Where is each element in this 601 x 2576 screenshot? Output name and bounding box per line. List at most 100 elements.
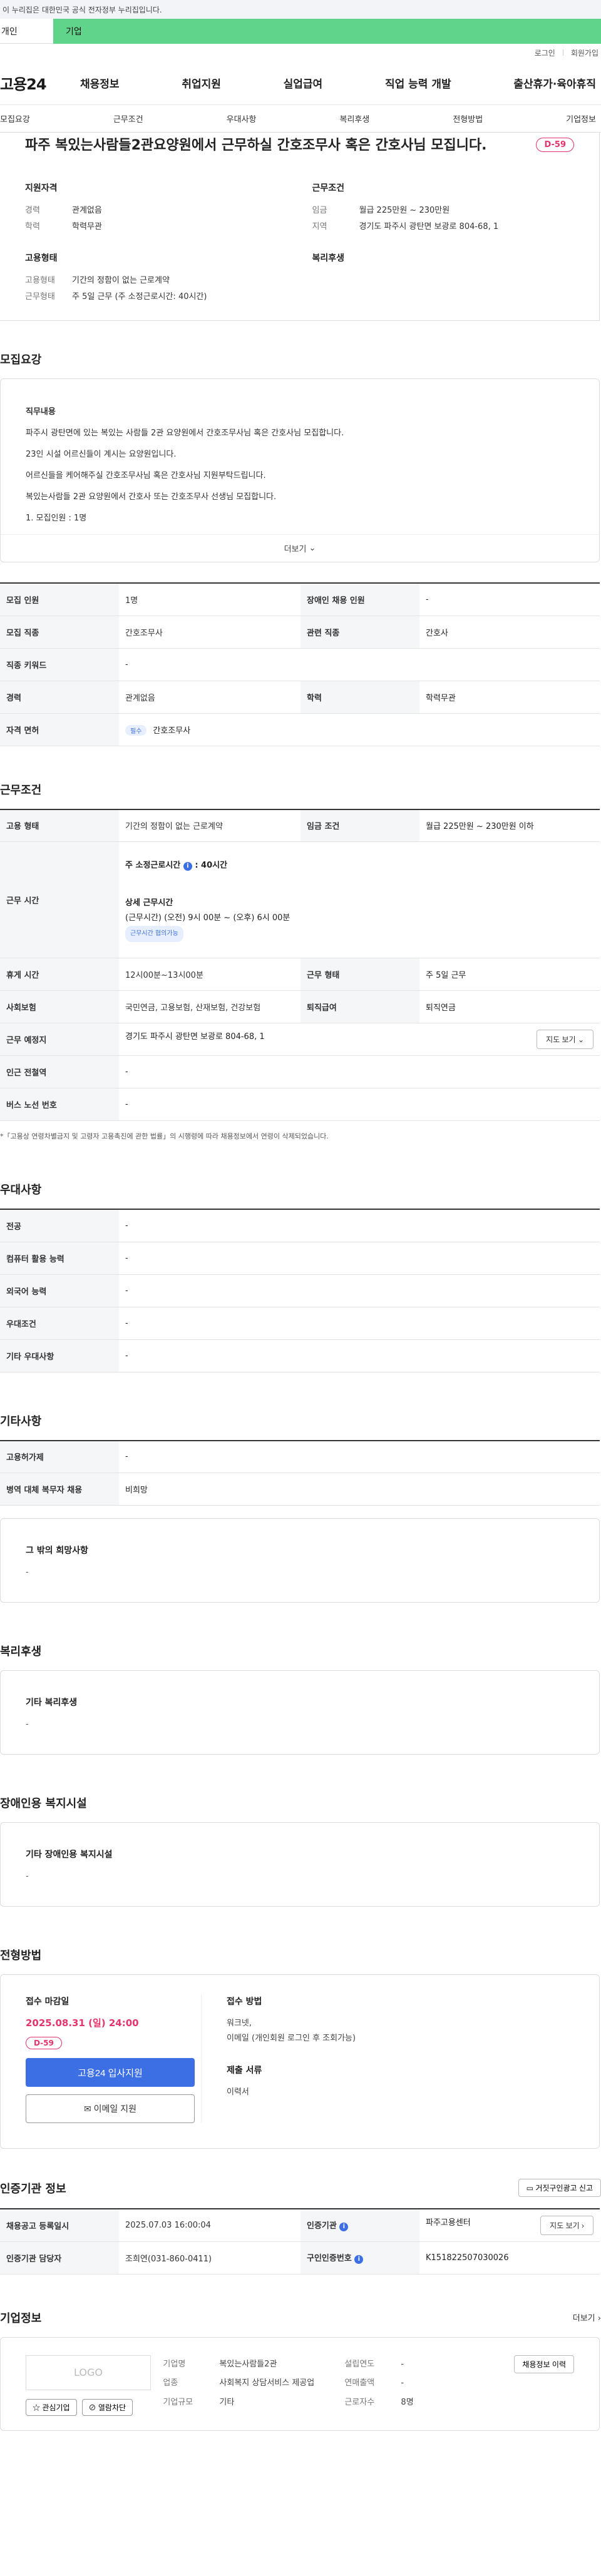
company-key: 연매출액 [344, 2378, 375, 2388]
deadline-title: 접수 마감일 [26, 1997, 69, 2007]
subnav-recruit[interactable]: 모집요강 [0, 113, 30, 124]
table-header: 인근 전철역 [0, 1055, 119, 1088]
subnav-welfare[interactable]: 복리후생 [339, 113, 369, 124]
table-cell: 경기도 파주시 광탄면 보광로 804-68, 1 지도 보기 ⌄ [119, 1023, 600, 1056]
chevron-down-icon: ⌄ [577, 1035, 584, 1044]
subnav-work[interactable]: 근무조건 [113, 113, 143, 124]
etc-box-value: - [26, 1568, 29, 1577]
kv-value: 주 5일 근무 (주 소정근로시간: 40시간) [72, 292, 207, 302]
gnb-employment-support[interactable]: 취업지원 [182, 75, 221, 91]
job-summary-card: 파주 복있는사람들2관요양원에서 근무하실 간호조무사 혹은 간호사님 모집니다… [0, 133, 600, 321]
table-row: 고용 형태 기간의 정함이 없는 근로계약 임금 조건 월급 225만원 ~ 230만… [0, 809, 600, 842]
login-link[interactable]: 로그인 [535, 48, 555, 58]
deadline-value: 2025.08.31 (일) 24:00 [26, 2017, 139, 2029]
map-view-label: 지도 보기 [550, 2221, 580, 2230]
welfare-title: 복리후생 [312, 253, 345, 263]
tab-company[interactable]: 기업 [53, 19, 601, 44]
table-row: 인근 전철역 - [0, 1055, 600, 1088]
gnb-jobs[interactable]: 채용정보 [80, 75, 120, 91]
table-header: 모집 인원 [0, 583, 119, 616]
docs-title: 제출 서류 [227, 2066, 262, 2076]
signup-link[interactable]: 회원가입 [571, 48, 598, 58]
apply-button[interactable]: 고용24 입사지원 [26, 2058, 195, 2087]
table-header: 자격 면허 [0, 713, 119, 746]
table-cell: - [419, 583, 600, 616]
global-nav: 고용24 채용정보 취업지원 실업급여 직업 능력 개발 출산휴가·육아휴직 [0, 61, 601, 105]
map-view-button[interactable]: 지도 보기 ⌄ [537, 1030, 593, 1049]
subnav-pref[interactable]: 우대사항 [227, 113, 257, 124]
table-cell: 1명 [119, 583, 300, 616]
method-value: 워크넷, [227, 2019, 252, 2028]
recruit-line: 파주시 광탄면에 있는 복있는 사람들 2관 요양원에서 간호조무사님 혹은 간… [26, 428, 344, 438]
map-view-label: 지도 보기 [546, 1035, 576, 1044]
etc-box: 그 밖의 희망사항 - [0, 1518, 600, 1603]
table-header: 인증기관 i [300, 2209, 419, 2242]
kv-key: 학력 [25, 222, 40, 231]
gnb-training[interactable]: 직업 능력 개발 [385, 75, 451, 91]
company-value: 기타 [219, 2397, 235, 2407]
site-logo[interactable]: 고용24 [0, 72, 75, 94]
subnav-company[interactable]: 기업정보 [566, 113, 596, 124]
email-apply-button[interactable]: ✉ 이메일 지원 [26, 2094, 195, 2123]
table-header: 컴퓨터 활용 능력 [0, 1242, 119, 1275]
favorite-label: 관심기업 [42, 2403, 70, 2412]
table-header: 직종 키워드 [0, 648, 119, 681]
dday-badge: D-59 [536, 138, 574, 152]
section-title-work: 근무조건 [0, 783, 42, 797]
map-view-button[interactable]: 지도 보기 › [540, 2215, 593, 2235]
section-title-pref: 우대사항 [0, 1184, 42, 1197]
more-button[interactable]: 더보기 ⌄ [1, 534, 599, 562]
table-header: 근무 형태 [300, 958, 419, 991]
table-header: 고용 형태 [0, 809, 119, 842]
report-fake-ad-button[interactable]: ▭ 거짓구인광고 신고 [518, 2179, 601, 2197]
info-icon[interactable]: i [354, 2255, 364, 2264]
section-title-company: 기업정보 [0, 2311, 42, 2325]
weekly-hours-label: 주 소정근로시간 [125, 860, 181, 870]
recruit-line: 복있는사람들 2관 요양원에서 간호사 또는 간호조무사 선생님 모집합니다. [26, 492, 277, 502]
flex-chip: 근무시간 협의가능 [125, 925, 183, 942]
table-header: 관련 직종 [300, 616, 419, 649]
more-label: 더보기 [284, 545, 307, 554]
company-key: 근로자수 [344, 2397, 375, 2407]
kv-value: 경기도 파주시 광탄면 보광로 804-68, 1 [359, 222, 499, 231]
table-header: 경력 [0, 681, 119, 714]
email-apply-label: 이메일 지원 [93, 2104, 136, 2114]
block-icon: ⊘ [88, 2403, 96, 2412]
table-cell: 간호사 [419, 616, 600, 649]
table-cell: 2025.07.03 16:00:04 [119, 2209, 300, 2242]
gnb-unemployment[interactable]: 실업급여 [284, 75, 323, 91]
table-header: 장애인 채용 인원 [300, 583, 419, 616]
kv-value: 학력무관 [72, 222, 102, 231]
detail-hours: (근무시간) (오전) 9시 00분 ~ (오후) 6시 00분 [125, 913, 290, 923]
kv-value: 월급 225만원 ~ 230만원 [359, 206, 450, 215]
table-cell: - [119, 648, 600, 681]
company-value: 복있는사람들2관 [219, 2359, 277, 2369]
table-row: 우대조건 - [0, 1307, 600, 1340]
cert-table: 채용공고 등록일시 2025.07.03 16:00:04 인증기관 i 파주고용센터… [0, 2208, 600, 2274]
table-header: 근무 예정지 [0, 1023, 119, 1056]
age-note: *「고용상 연령차별금지 및 고령자 고용촉진에 관한 법률」의 시행령에 따라… [0, 1132, 329, 1140]
block-company-button[interactable]: ⊘ 열람차단 [81, 2398, 133, 2416]
welfare-box-value: - [26, 1720, 29, 1729]
subnav-apply[interactable]: 전형방법 [453, 113, 483, 124]
address: 경기도 파주시 광탄면 보광로 804-68, 1 [125, 1032, 265, 1042]
info-icon[interactable]: i [183, 861, 192, 871]
table-row: 근무 예정지 경기도 파주시 광탄면 보광로 804-68, 1 지도 보기 ⌄ [0, 1023, 600, 1056]
tab-person[interactable]: 개인 [0, 19, 53, 44]
gnb-leave[interactable]: 출산휴가·육아휴직 [513, 75, 596, 91]
table-cell: - [119, 1209, 600, 1242]
table-row: 컴퓨터 활용 능력 - [0, 1242, 600, 1275]
table-row: 모집 인원 1명 장애인 채용 인원 - [0, 583, 600, 616]
method-value: 이메일 (개인회원 로그인 후 조회가능) [227, 2034, 356, 2043]
info-icon[interactable]: i [339, 2223, 349, 2232]
company-logo-placeholder: LOGO [26, 2355, 151, 2390]
favorite-company-button[interactable]: ☆ 관심기업 [26, 2398, 77, 2416]
job-history-button[interactable]: 채용정보 이력 [514, 2355, 574, 2373]
company-more-link[interactable]: 더보기 › [573, 2311, 601, 2323]
table-header: 학력 [300, 681, 419, 714]
table-row: 휴게 시간 12시00분~13시00분 근무 형태 주 5일 근무 [0, 958, 600, 991]
company-key: 기업명 [163, 2359, 186, 2369]
table-cell: 12시00분~13시00분 [119, 958, 300, 991]
table-cell: 비희망 [119, 1473, 600, 1506]
table-cell: 학력무관 [419, 681, 600, 714]
